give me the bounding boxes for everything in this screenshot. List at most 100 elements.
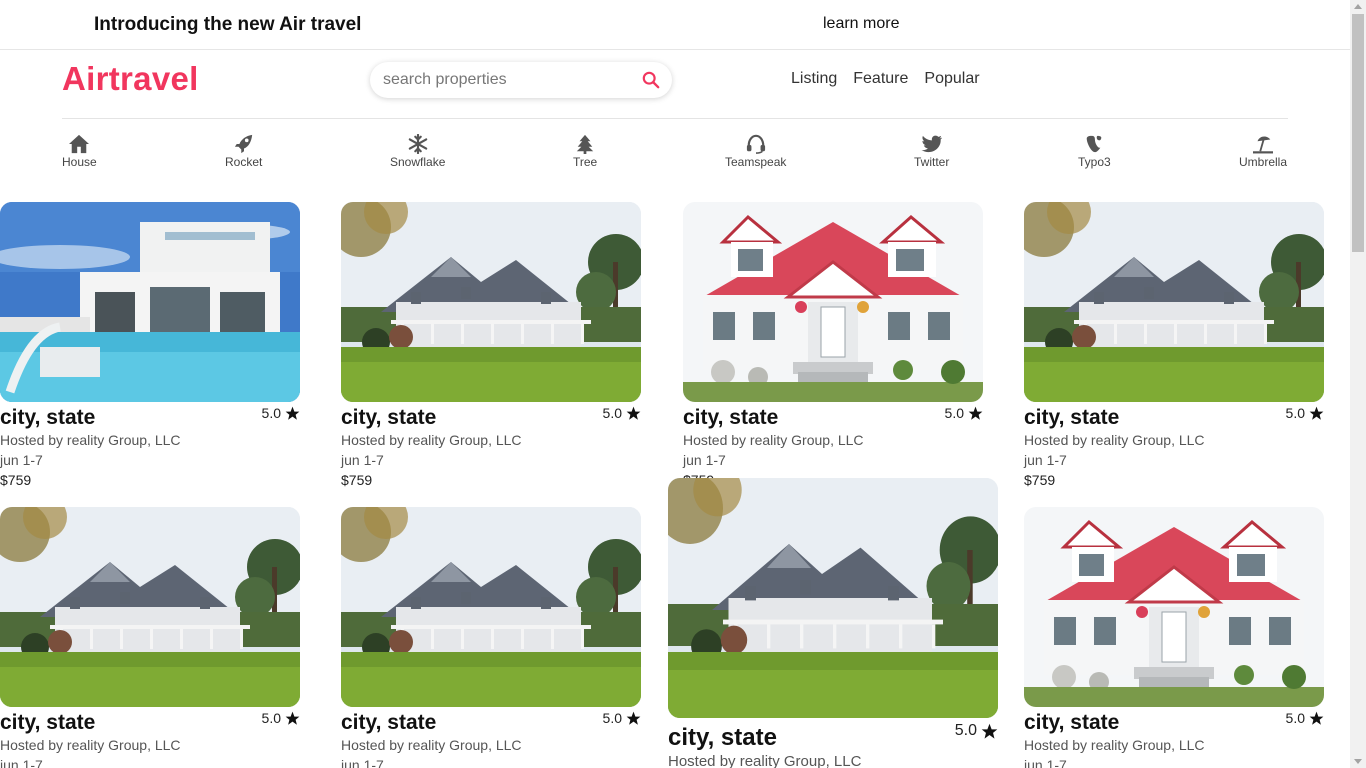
- rating-value: 5.0: [954, 722, 977, 739]
- logo[interactable]: Airtravel: [62, 60, 199, 98]
- category-label: Tree: [573, 155, 598, 169]
- rating-value: 5.0: [944, 405, 964, 421]
- listing-card[interactable]: city, state 5.0 Hosted by reality Group,…: [0, 202, 300, 488]
- listing-card[interactable]: city, state 5.0 Hosted by reality Group,…: [683, 202, 983, 488]
- listing-host: Hosted by reality Group, LLC: [0, 737, 181, 753]
- category-label: Teamspeak: [725, 155, 787, 169]
- listing-dates: jun 1-7: [0, 452, 43, 468]
- listing-photo[interactable]: [1024, 507, 1324, 707]
- listing-rating: 5.0: [603, 405, 641, 421]
- main-nav: Listing Feature Popular: [791, 70, 980, 88]
- category-tree[interactable]: Tree: [573, 134, 597, 169]
- listing-card[interactable]: city, state 5.0 Hosted by reality Group,…: [341, 507, 641, 768]
- search-bar: [370, 62, 672, 98]
- category-twitter[interactable]: Twitter: [914, 134, 949, 169]
- star-icon: [968, 406, 983, 420]
- listing-dates: jun 1-7: [0, 757, 43, 768]
- category-teamspeak[interactable]: Teamspeak: [725, 134, 786, 169]
- listing-card[interactable]: city, state 5.0 Hosted by reality Group,…: [1024, 507, 1324, 768]
- rating-value: 5.0: [261, 405, 281, 421]
- listing-rating: 5.0: [262, 710, 300, 726]
- listing-photo[interactable]: [341, 202, 641, 402]
- star-icon: [285, 406, 300, 420]
- learn-more-link[interactable]: learn more: [823, 15, 899, 33]
- star-icon: [1309, 711, 1324, 725]
- category-snowflake[interactable]: Snowflake: [390, 134, 445, 169]
- rating-value: 5.0: [261, 710, 281, 726]
- listing-host: Hosted by reality Group, LLC: [683, 432, 864, 448]
- umbrella-beach-icon: [1253, 136, 1273, 154]
- listing-dates: jun 1-7: [683, 452, 726, 468]
- listing-photo[interactable]: [1024, 202, 1324, 402]
- star-icon: [285, 711, 300, 725]
- page-scrollbar[interactable]: [1350, 0, 1366, 768]
- scroll-down-arrow-icon[interactable]: [1354, 759, 1362, 764]
- nav-feature-link[interactable]: Feature: [853, 70, 908, 88]
- nav-listing-link[interactable]: Listing: [791, 70, 837, 88]
- listing-rating: 5.0: [1286, 405, 1324, 421]
- category-label: House: [62, 155, 97, 169]
- listing-host: Hosted by reality Group, LLC: [341, 432, 522, 448]
- snowflake-icon: [408, 134, 427, 154]
- rating-value: 5.0: [602, 405, 622, 421]
- listing-dates: jun 1-7: [1024, 452, 1067, 468]
- listing-card[interactable]: city, state 5.0 Hosted by reality Group,…: [341, 202, 641, 488]
- listing-city: city, state: [341, 711, 437, 734]
- scroll-up-arrow-icon[interactable]: [1354, 4, 1362, 9]
- listing-rating: 5.0: [945, 405, 983, 421]
- listing-host: Hosted by reality Group, LLC: [1024, 432, 1205, 448]
- house-icon: [69, 134, 90, 154]
- listing-city: city, state: [0, 711, 96, 734]
- header-divider: [62, 118, 1288, 119]
- scrollbar-thumb[interactable]: [1352, 14, 1364, 252]
- star-icon: [1309, 406, 1324, 420]
- listing-rating: 5.0: [955, 722, 998, 740]
- rating-value: 5.0: [1285, 405, 1305, 421]
- rocket-icon: [234, 134, 252, 154]
- category-rocket[interactable]: Rocket: [225, 134, 262, 169]
- listing-price: $759: [341, 472, 373, 488]
- listing-photo[interactable]: [0, 202, 300, 402]
- category-typo3[interactable]: Typo3: [1078, 134, 1111, 169]
- listing-photo[interactable]: [341, 507, 641, 707]
- listing-rating: 5.0: [603, 710, 641, 726]
- listing-city: city, state: [1024, 406, 1120, 429]
- listing-dates: jun 1-7: [1024, 757, 1067, 768]
- listing-card-hovered[interactable]: city, state 5.0 Hosted by reality Group,…: [668, 478, 998, 768]
- category-umbrella[interactable]: Umbrella: [1239, 134, 1287, 169]
- listing-city: city, state: [1024, 711, 1120, 734]
- listing-rating: 5.0: [1286, 710, 1324, 726]
- listing-photo[interactable]: [683, 202, 983, 402]
- listing-host: Hosted by reality Group, LLC: [668, 753, 862, 768]
- listing-city: city, state: [0, 406, 96, 429]
- listing-city: city, state: [683, 406, 779, 429]
- headset-icon: [746, 134, 765, 154]
- listing-city: city, state: [668, 724, 777, 751]
- listing-card[interactable]: city, state 5.0 Hosted by reality Group,…: [0, 507, 300, 768]
- twitter-icon: [921, 135, 942, 153]
- listing-host: Hosted by reality Group, LLC: [0, 432, 181, 448]
- star-icon: [981, 723, 998, 739]
- listing-photo[interactable]: [668, 478, 998, 718]
- star-icon: [626, 406, 641, 420]
- category-label: Typo3: [1078, 155, 1111, 169]
- search-icon[interactable]: [642, 71, 660, 89]
- rating-value: 5.0: [602, 710, 622, 726]
- typo3-icon: [1087, 135, 1102, 153]
- listing-dates: jun 1-7: [341, 452, 384, 468]
- search-input[interactable]: [383, 68, 633, 92]
- listing-dates: jun 1-7: [341, 757, 384, 768]
- listing-rating: 5.0: [262, 405, 300, 421]
- listing-city: city, state: [341, 406, 437, 429]
- category-label: Umbrella: [1239, 155, 1288, 169]
- listing-photo[interactable]: [0, 507, 300, 707]
- tree-icon: [576, 134, 594, 154]
- category-label: Rocket: [225, 155, 263, 169]
- category-label: Snowflake: [390, 155, 446, 169]
- announcement-bar: Introducing the new Air travel learn mor…: [0, 0, 1350, 50]
- rating-value: 5.0: [1285, 710, 1305, 726]
- listing-card[interactable]: city, state 5.0 Hosted by reality Group,…: [1024, 202, 1324, 488]
- announcement-text: Introducing the new Air travel: [94, 14, 362, 35]
- category-house[interactable]: House: [62, 134, 97, 169]
- nav-popular-link[interactable]: Popular: [924, 70, 979, 88]
